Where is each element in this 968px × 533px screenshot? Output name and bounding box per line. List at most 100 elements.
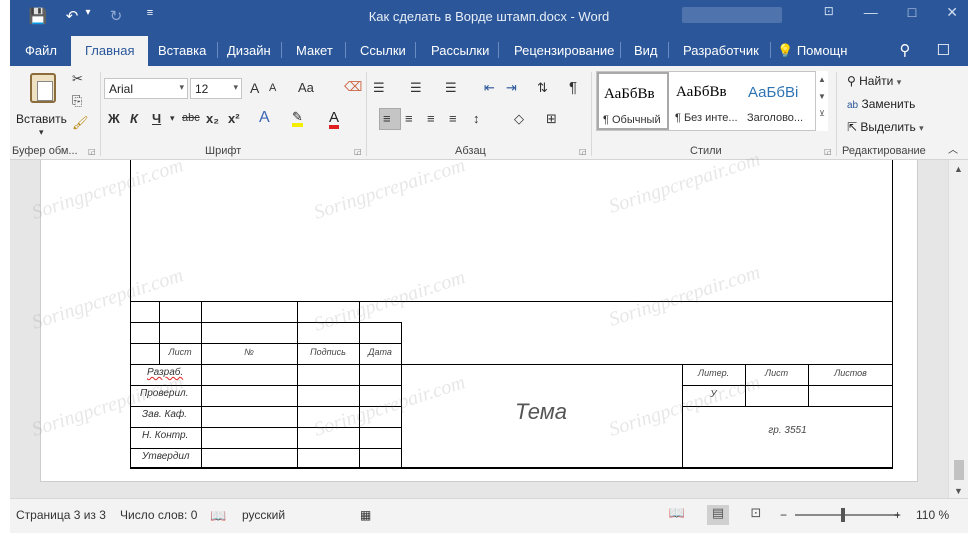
bold-button[interactable]: Ж (108, 112, 120, 125)
vertical-scrollbar[interactable]: ▲ ▼ (948, 160, 968, 498)
styles-scroll[interactable]: ▲ ▼ ⊻ (815, 71, 828, 131)
zoom-slider-thumb[interactable] (841, 508, 845, 522)
tab-developer[interactable]: Разработчик (683, 43, 759, 58)
select-button[interactable]: ⇱ Выделить ▾ (847, 120, 924, 134)
font-size-select[interactable]: 12 ▾ (190, 78, 242, 99)
paste-button[interactable]: Вставить (16, 112, 67, 126)
numbering-icon[interactable]: ☰ (410, 81, 422, 94)
tab-view[interactable]: Вид (634, 43, 658, 58)
underline-button[interactable]: Ч (152, 112, 161, 125)
font-launcher-icon[interactable]: ◲ (354, 147, 362, 156)
stamp-topic[interactable]: Тема (515, 399, 567, 425)
macro-recording-icon[interactable]: ▦ (360, 508, 371, 522)
word-count[interactable]: Число слов: 0 (120, 508, 197, 522)
text-effects-icon[interactable]: A (259, 110, 270, 126)
tab-file[interactable]: Файл (25, 43, 57, 58)
bullets-icon[interactable]: ☰ (373, 81, 385, 94)
stamp-header-sheets[interactable]: Листов (808, 368, 893, 378)
collapse-ribbon-icon[interactable]: ︿ (948, 146, 958, 156)
close-icon[interactable]: ✕ (946, 4, 958, 21)
styles-more-icon[interactable]: ⊻ (816, 109, 828, 118)
format-painter-icon[interactable]: 🖌 (72, 116, 89, 129)
stamp-role-checked[interactable]: Проверил. (140, 388, 188, 399)
find-button[interactable]: ⚲ Найти ▾ (847, 74, 901, 88)
scroll-down-icon[interactable]: ▼ (954, 486, 963, 496)
document-page[interactable]: Лист № Подпись Дата Разраб. Проверил. За… (29, 148, 918, 482)
increase-indent-icon[interactable]: ⇥ (506, 81, 517, 94)
paste-icon[interactable] (30, 73, 56, 103)
read-mode-icon[interactable]: 📖 (666, 505, 688, 525)
tab-review[interactable]: Рецензирование (514, 43, 614, 58)
styles-launcher-icon[interactable]: ◲ (824, 147, 832, 156)
ribbon-options-icon[interactable]: ⊡ (824, 4, 834, 21)
borders-icon[interactable]: ⊞ (546, 112, 557, 125)
underline-dropdown-icon[interactable]: ▾ (170, 114, 175, 123)
tab-insert[interactable]: Вставка (158, 43, 206, 58)
decrease-indent-icon[interactable]: ⇤ (484, 81, 495, 94)
grow-font-icon[interactable]: A (250, 81, 259, 95)
replace-button[interactable]: ab Заменить (847, 97, 915, 111)
highlight-icon[interactable]: ✎ (292, 110, 303, 127)
paragraph-launcher-icon[interactable]: ◲ (579, 147, 587, 156)
account-name[interactable] (682, 7, 782, 23)
stamp-role-developer[interactable]: Разраб. (147, 367, 183, 378)
stamp-header-number[interactable]: № (201, 347, 297, 357)
align-right-icon[interactable]: ≡ (427, 112, 435, 125)
stamp-header-signature[interactable]: Подпись (297, 347, 359, 357)
sort-icon[interactable]: ⇅ (537, 81, 548, 94)
scroll-up-icon[interactable]: ▲ (954, 164, 963, 174)
page-count[interactable]: Страница 3 из 3 (16, 508, 106, 522)
tab-tell-me[interactable]: 💡 Помощн (777, 43, 847, 59)
clear-formatting-icon[interactable]: ⌫ (344, 80, 362, 93)
tab-home[interactable]: Главная (71, 36, 149, 66)
justify-icon[interactable]: ≡ (449, 112, 457, 125)
language[interactable]: русский (242, 508, 285, 522)
stamp-header-liter[interactable]: Литер. (682, 368, 745, 378)
proofing-icon[interactable]: 📖 (210, 508, 226, 524)
zoom-in-button[interactable]: + (894, 508, 901, 522)
style-normal[interactable]: АаБбВв ¶ Обычный (597, 72, 669, 130)
strikethrough-button[interactable]: abc (182, 113, 200, 124)
print-layout-icon[interactable]: ▤ (707, 505, 729, 525)
stamp-group[interactable]: гр. 3551 (682, 425, 893, 436)
shrink-font-icon[interactable]: A (269, 83, 276, 94)
font-color-icon[interactable]: A (329, 110, 340, 129)
zoom-level[interactable]: 110 % (916, 508, 949, 522)
change-case-icon[interactable]: Aa (298, 81, 314, 94)
cut-icon[interactable]: ✂ (72, 72, 83, 85)
stamp-header-sheet-right[interactable]: Лист (745, 368, 808, 378)
align-center-icon[interactable]: ≡ (405, 112, 413, 125)
stamp-header-date[interactable]: Дата (359, 347, 401, 357)
italic-button[interactable]: К (130, 112, 138, 125)
stamp-role-norm-control[interactable]: Н. Контр. (142, 430, 188, 441)
share-icon[interactable]: ⚲ (900, 41, 911, 59)
copy-icon[interactable]: ⎘ (72, 94, 82, 107)
line-spacing-icon[interactable]: ↕ (473, 112, 480, 125)
paste-dropdown-icon[interactable]: ▾ (39, 128, 44, 137)
scroll-thumb[interactable] (954, 460, 964, 480)
show-formatting-icon[interactable]: ¶ (569, 80, 577, 95)
clipboard-launcher-icon[interactable]: ◲ (88, 147, 96, 156)
minimize-icon[interactable]: — (864, 4, 878, 21)
style-heading[interactable]: АаБбВі Заголово... (743, 72, 815, 130)
tab-design[interactable]: Дизайн (227, 43, 271, 58)
styles-up-icon[interactable]: ▲ (816, 75, 828, 84)
stamp-role-approved[interactable]: Утвердил (142, 451, 190, 462)
tab-references[interactable]: Ссылки (360, 43, 406, 58)
web-layout-icon[interactable]: ⊡ (745, 505, 767, 525)
stamp-role-head-dept[interactable]: Зав. Каф. (142, 409, 187, 420)
multilevel-list-icon[interactable]: ☰ (445, 81, 457, 94)
tab-layout[interactable]: Макет (296, 43, 333, 58)
tab-mailings[interactable]: Рассылки (431, 43, 489, 58)
stamp-header-sheet[interactable]: Лист (159, 347, 201, 357)
zoom-out-button[interactable]: − (780, 508, 787, 522)
zoom-slider[interactable] (795, 514, 899, 516)
shading-icon[interactable]: ◇ (514, 112, 524, 125)
styles-down-icon[interactable]: ▼ (816, 92, 828, 101)
stamp-liter-value[interactable]: У (682, 389, 745, 400)
superscript-button[interactable]: x² (228, 112, 240, 125)
subscript-button[interactable]: x₂ (206, 112, 219, 125)
font-name-select[interactable]: Arial ▾ (104, 78, 188, 99)
maximize-icon[interactable]: □ (908, 4, 916, 21)
style-no-spacing[interactable]: АаБбВв ¶ Без инте... (671, 72, 743, 130)
